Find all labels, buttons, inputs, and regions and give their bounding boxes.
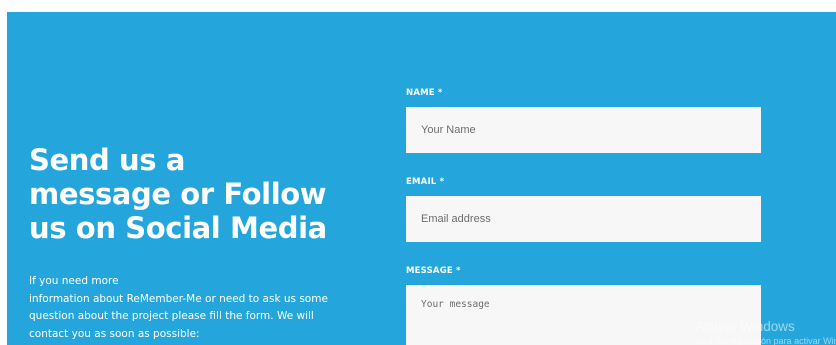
email-field[interactable] [406,196,761,242]
intro-line: information about ReMember-Me or need to… [29,292,328,305]
heading-line: message or Follow [29,177,327,211]
name-label: NAME * [406,88,443,98]
contact-section: Send us a message or Follow us on Social… [7,12,836,345]
heading-line: Send us a [29,143,186,177]
section-heading: Send us a message or Follow us on Social… [29,143,389,245]
email-label: EMAIL * [406,177,445,187]
intro-line: If you need more [29,275,119,287]
intro-line: contact you as soon as possible: [29,327,200,340]
message-field[interactable] [406,285,761,345]
heading-line: us on Social Media [29,211,327,245]
name-field[interactable] [406,107,761,153]
intro-line: question about the project please fill t… [29,310,314,322]
intro-text: If you need more information about ReMem… [29,273,359,343]
message-label: MESSAGE * [406,266,461,276]
